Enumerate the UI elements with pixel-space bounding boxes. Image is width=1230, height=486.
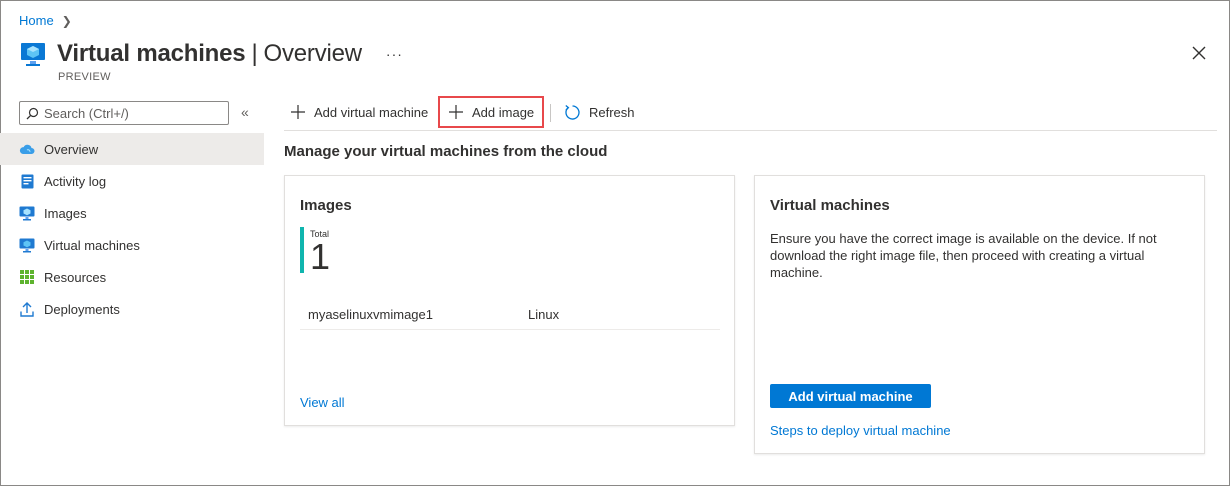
images-card: Images Total 1 myaselinuxvmimage1 Linux … [284,175,735,426]
view-all-link[interactable]: View all [300,395,345,410]
cloud-icon [19,141,35,157]
images-total-value: 1 [310,236,331,277]
plus-icon [449,105,463,119]
search-box[interactable] [19,101,229,125]
add-image-label: Add image [472,104,535,120]
virtual-machines-card-title: Virtual machines [770,197,890,214]
monitor-icon [19,205,35,221]
preview-tag: PREVIEW [58,71,111,83]
images-total-tile: Total 1 [300,227,331,277]
search-input[interactable] [44,105,214,121]
more-options-button[interactable]: ··· [386,46,403,62]
sidebar-item-overview[interactable]: Overview [0,133,264,165]
image-os-cell: Linux [528,307,560,322]
add-virtual-machine-button[interactable]: Add virtual machine [290,96,428,128]
sidebar-item-activity-log[interactable]: Activity log [0,165,264,197]
sidebar-item-resources[interactable]: Resources [0,261,264,293]
sidebar-item-label: Activity log [44,173,107,189]
upload-icon [19,301,35,317]
command-toolbar: Add virtual machine Add image Refresh [284,96,1217,131]
deploy-steps-link[interactable]: Steps to deploy virtual machine [770,423,951,438]
sidebar-item-label: Resources [44,269,107,285]
collapse-sidebar-button[interactable]: « [241,104,249,120]
vm-icon [19,237,35,253]
plus-icon [291,105,305,119]
log-icon [19,173,35,189]
virtual-machine-icon [21,43,45,66]
sidebar-item-label: Deployments [44,301,120,317]
image-name-cell: myaselinuxvmimage1 [308,307,433,322]
close-icon[interactable] [1190,44,1208,62]
add-image-button[interactable]: Add image [438,96,544,128]
refresh-button[interactable]: Refresh [564,96,635,128]
breadcrumb-home-link[interactable]: Home [19,13,54,28]
chevron-right-icon: ❯ [61,13,72,28]
sidebar-item-deployments[interactable]: Deployments [0,293,264,325]
breadcrumb: Home ❯ [19,13,72,28]
sidebar-item-label: Images [44,205,87,221]
add-virtual-machine-label: Add virtual machine [314,104,429,120]
sidebar-item-label: Virtual machines [44,237,140,253]
refresh-icon [565,104,580,120]
images-card-title: Images [300,197,352,214]
table-row[interactable]: myaselinuxvmimage1 Linux [300,300,720,330]
toolbar-divider [550,104,551,122]
sidebar-item-images[interactable]: Images [0,197,264,229]
page-title: Virtual machines | Overview [57,40,362,67]
add-virtual-machine-primary-button[interactable]: Add virtual machine [770,384,931,408]
virtual-machines-description: Ensure you have the correct image is ava… [770,231,1157,280]
main-heading: Manage your virtual machines from the cl… [284,143,608,160]
refresh-label: Refresh [589,104,635,120]
sidebar-item-virtual-machines[interactable]: Virtual machines [0,229,264,261]
sidebar-nav: Overview Activity log Images Virtual mac… [0,133,264,325]
sidebar-item-label: Overview [44,141,99,157]
title-row: Virtual machines | Overview ··· [19,40,403,68]
virtual-machines-card: Virtual machines Ensure you have the cor… [754,175,1205,454]
search-icon [26,107,39,119]
grid-icon [19,269,35,285]
